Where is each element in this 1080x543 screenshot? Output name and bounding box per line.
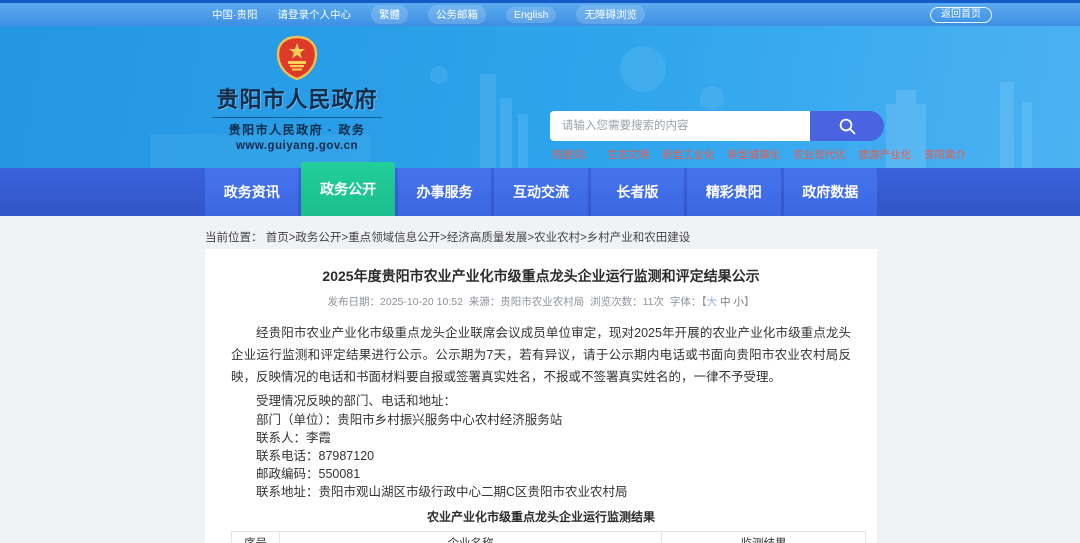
site-logo[interactable]: 贵阳市人民政府 贵阳市人民政府 · 政务 www.guiyang.gov.cn <box>208 34 386 152</box>
hot-word-ecology[interactable]: 生态文明 <box>607 147 649 162</box>
contact-person: 联系人：李霞 <box>256 431 332 445</box>
hot-search-row: 热搜词： 生态文明 新型工业化 新型城镇化 农业现代化 旅游产业化 贵阳简介 <box>552 147 966 162</box>
page-body: 当前位置： 首页>政务公开>重点领域信息公开>经济高质量发展>农业农村>乡村产业… <box>0 216 1080 543</box>
skyline-tower-decor <box>1000 82 1014 168</box>
pagoda-decor <box>896 90 916 104</box>
search-input[interactable] <box>550 111 812 141</box>
main-navbar: 政务资讯 政务公开 办事服务 互动交流 长者版 精彩贵阳 政府数据 <box>0 162 1080 216</box>
col-header-index: 序号 <box>231 531 280 543</box>
hot-word-industrialization[interactable]: 新型工业化 <box>662 147 715 162</box>
topbar-link-china-guiyang[interactable]: 中国·贵阳 <box>212 7 258 22</box>
col-header-company: 企业名称 <box>279 531 662 543</box>
topbar-link-english[interactable]: English <box>506 6 557 23</box>
contact-intro-paragraph: 受理情况反映的部门、电话和地址： <box>256 394 457 408</box>
font-size-small-button[interactable]: 小 <box>733 296 744 308</box>
table-caption: 农业产业化市级重点龙头企业运行监测结果 <box>426 510 655 524</box>
article-card: 2025年度贵阳市农业产业化市级重点龙头企业运行监测和评定结果公示 发布日期：2… <box>205 249 877 543</box>
publish-date: 发布日期：2025-10-20 10:52 <box>327 296 463 308</box>
nav-tab-banshi-fuwu[interactable]: 办事服务 <box>397 168 492 216</box>
contact-phone: 联系电话：87987120 <box>256 449 375 463</box>
site-banner: 贵阳市人民政府 贵阳市人民政府 · 政务 www.guiyang.gov.cn … <box>0 26 1080 168</box>
utility-topbar: 中国·贵阳 请登录个人中心 繁體 公务邮箱 English 无障碍浏览 返回首页 <box>0 3 1080 26</box>
topbar-link-login-personal-center[interactable]: 请登录个人中心 <box>278 7 352 22</box>
browser-viewport: 中国·贵阳 请登录个人中心 繁體 公务邮箱 English 无障碍浏览 返回首页 <box>0 0 1080 543</box>
bokeh-decor <box>430 66 448 84</box>
bokeh-decor <box>700 86 724 110</box>
font-size-large-button[interactable]: 大 <box>707 296 718 308</box>
nav-tab-jingcai-guiyang[interactable]: 精彩贵阳 <box>687 168 781 216</box>
view-count: 浏览次数：11次 <box>590 296 665 308</box>
font-size-label: 字体：【 <box>669 296 707 308</box>
hot-word-agri-modernization[interactable]: 农业现代化 <box>793 147 846 162</box>
breadcrumb-label: 当前位置： <box>205 232 263 244</box>
table-header-row: 序号 企业名称 监测结果 <box>231 531 866 543</box>
topbar-link-accessibility[interactable]: 无障碍浏览 <box>576 5 645 24</box>
nav-tab-hudong-jiaoliu[interactable]: 互动交流 <box>494 168 588 216</box>
nav-tabs: 政务资讯 政务公开 办事服务 互动交流 长者版 精彩贵阳 政府数据 <box>205 162 877 216</box>
logo-divider <box>212 117 382 118</box>
back-to-home-button[interactable]: 返回首页 <box>930 7 992 23</box>
article-meta: 发布日期：2025-10-20 10:52 来源：贵阳市农业农村局 浏览次数：1… <box>205 294 877 309</box>
font-size-bracket-close: 】 <box>743 296 755 308</box>
skyline-tower-decor <box>1022 102 1032 168</box>
breadcrumb: 当前位置： 首页>政务公开>重点领域信息公开>经济高质量发展>农业农村>乡村产业… <box>205 229 690 245</box>
article-body: 经贵阳市农业产业化市级重点龙头企业联席会议成员单位审定，现对2025年开展的农业… <box>205 322 877 543</box>
article-title: 2025年度贵阳市农业产业化市级重点龙头企业运行监测和评定结果公示 <box>322 268 760 284</box>
hot-word-guiyang-intro[interactable]: 贵阳简介 <box>924 147 966 162</box>
contact-department: 部门（单位）：贵阳市乡村振兴服务中心农村经济服务站 <box>256 413 563 427</box>
national-emblem-icon <box>208 34 386 82</box>
nav-tab-government-data[interactable]: 政府数据 <box>783 168 877 216</box>
nav-tab-zhengwu-zixun[interactable]: 政务资讯 <box>205 168 299 216</box>
topbar-link-official-mail[interactable]: 公务邮箱 <box>428 5 486 24</box>
search-icon <box>838 117 857 136</box>
contact-address: 联系地址：贵阳市观山湖区市级行政中心二期C区贵阳市农业农村局 <box>256 485 628 499</box>
monitor-result-table: 序号 企业名称 监测结果 1 贵州合力超市采购有限公司 合格 2 贵州友禾种业有… <box>231 531 866 543</box>
breadcrumb-path[interactable]: 首页>政务公开>重点领域信息公开>经济高质量发展>农业农村>乡村产业和农田建设 <box>266 232 691 244</box>
hot-word-urbanization[interactable]: 新型城镇化 <box>728 147 781 162</box>
hot-word-tourism[interactable]: 旅游产业化 <box>859 147 912 162</box>
contact-postcode: 邮政编码：550081 <box>256 467 361 481</box>
topbar-link-traditional-chinese[interactable]: 繁體 <box>371 5 408 24</box>
skyline-tower-decor <box>518 114 528 168</box>
skyline-tower-decor <box>500 98 512 168</box>
nav-tab-zhengwu-gongkai[interactable]: 政务公开 <box>301 162 395 216</box>
article-source: 来源：贵阳市农业农村局 <box>468 296 585 308</box>
bokeh-decor <box>620 46 666 92</box>
skyline-tower-decor <box>480 74 496 168</box>
site-url: www.guiyang.gov.cn <box>235 140 359 152</box>
announcement-paragraph: 经贵阳市农业产业化市级重点龙头企业联席会议成员单位审定，现对2025年开展的农业… <box>231 326 851 384</box>
search-button[interactable] <box>810 111 884 141</box>
nav-tab-senior-version[interactable]: 长者版 <box>590 168 685 216</box>
col-header-result: 监测结果 <box>661 531 866 543</box>
font-size-medium-button[interactable]: 中 <box>720 296 731 308</box>
site-subtitle: 贵阳市人民政府 · 政务 <box>228 123 366 137</box>
site-title: 贵阳市人民政府 <box>216 87 378 112</box>
hot-search-label: 热搜词： <box>552 149 594 161</box>
topbar-links: 中国·贵阳 请登录个人中心 繁體 公务邮箱 English 无障碍浏览 <box>212 5 645 24</box>
